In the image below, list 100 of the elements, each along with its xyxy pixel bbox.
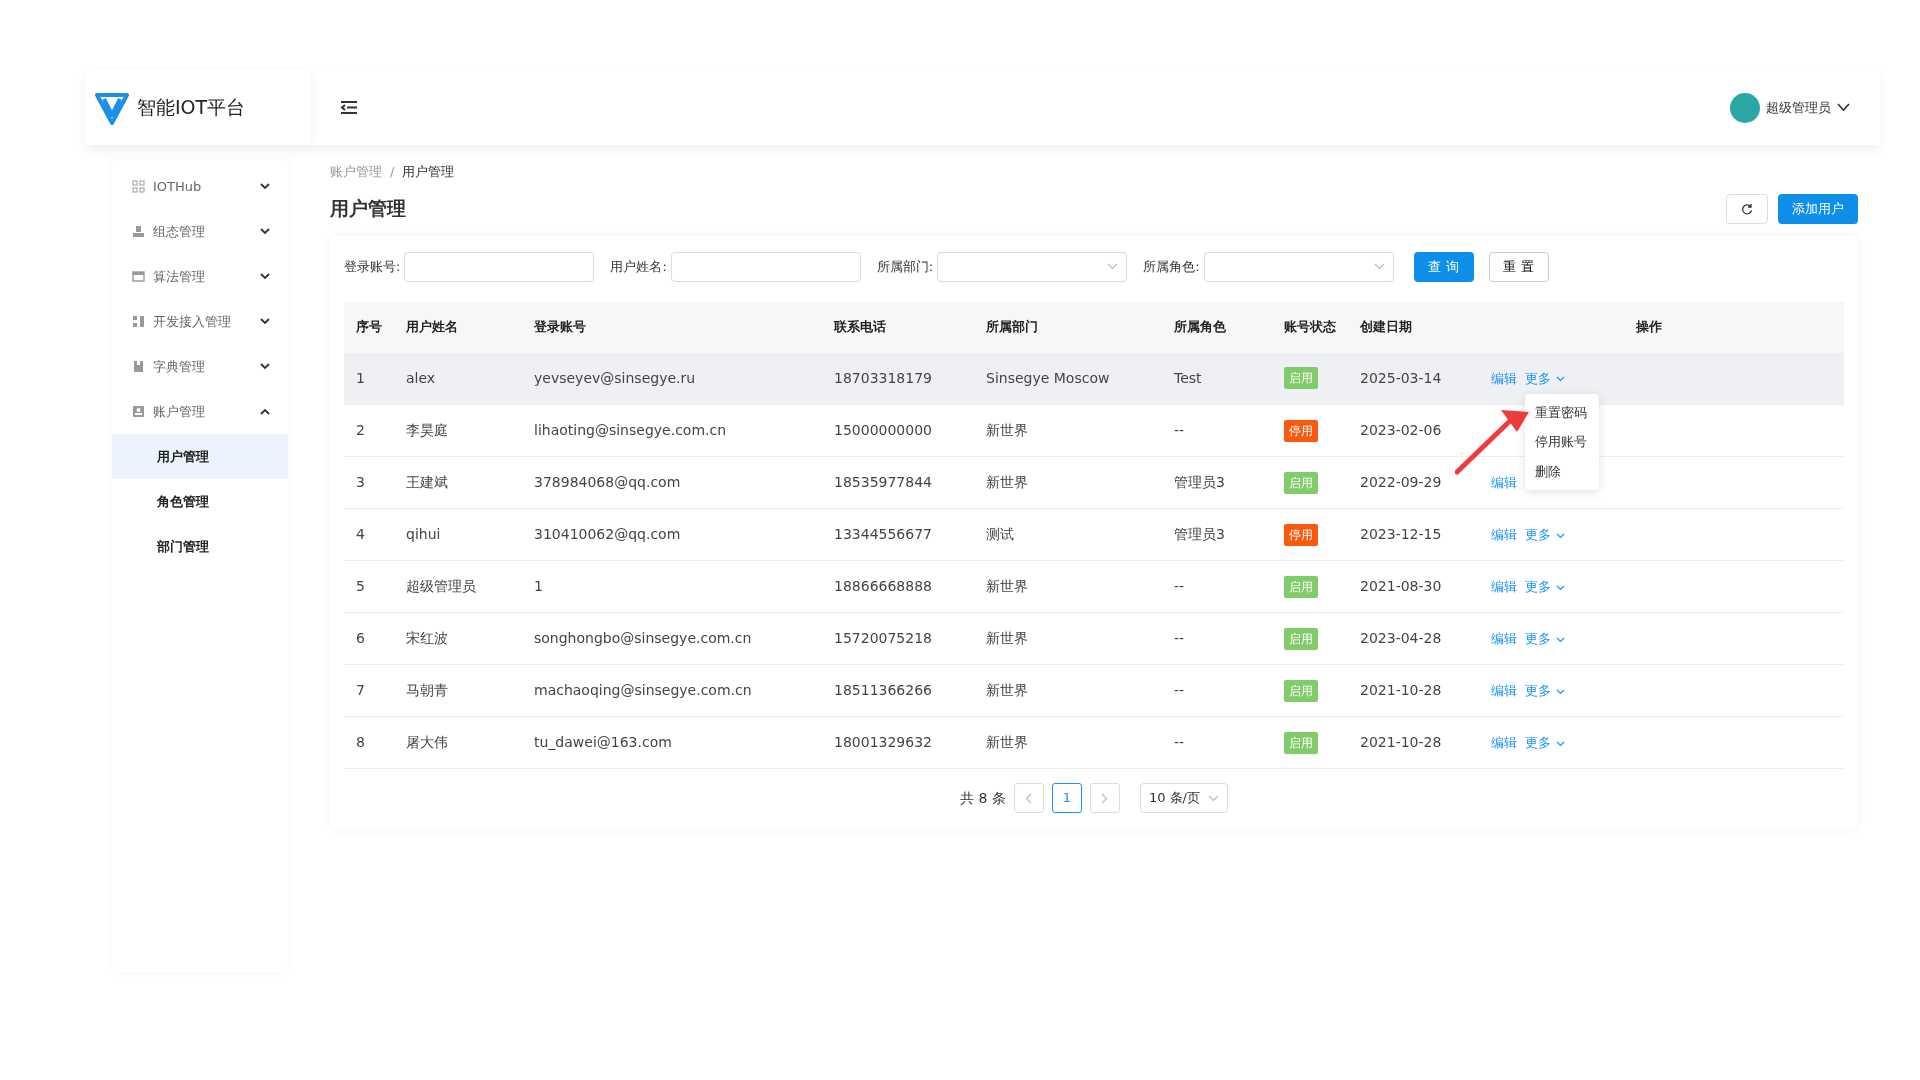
table-cell: 新世界 <box>974 560 1162 613</box>
more-link[interactable]: 更多 <box>1525 735 1565 750</box>
table-cell: -- <box>1162 664 1272 717</box>
status-tag: 启用 <box>1284 731 1318 754</box>
more-link[interactable]: 更多 <box>1525 579 1565 594</box>
sidebar-subitem[interactable]: 部门管理 <box>112 524 288 569</box>
filter-label: 用户姓名: <box>610 257 667 276</box>
table-cell: Test <box>1162 352 1272 405</box>
text-field[interactable] <box>670 251 861 282</box>
chevron-down-icon <box>1107 263 1119 270</box>
table-cell: 测试 <box>974 508 1162 561</box>
chevron-down-icon <box>260 273 270 280</box>
table-cell: 2 <box>344 404 394 457</box>
more-link[interactable]: 更多 <box>1525 683 1565 698</box>
caret-icon <box>1555 376 1565 383</box>
table-cell: 管理员3 <box>1162 508 1272 561</box>
refresh-button[interactable] <box>1726 193 1768 224</box>
breadcrumb-item: 用户管理 <box>402 163 455 181</box>
menu-icon[interactable] <box>340 100 358 115</box>
table-row[interactable]: 5 超级管理员 1 18866668888 新世界 -- 启用 2021-08-30 编辑 更多 <box>344 560 1844 613</box>
sidebar-subitem[interactable]: 角色管理 <box>112 479 288 524</box>
menu-item-icon <box>132 225 145 238</box>
edit-link[interactable]: 编辑 <box>1491 735 1518 750</box>
next-page-button[interactable] <box>1089 783 1120 813</box>
table-cell: 18511366266 <box>822 664 974 717</box>
table-cell: songhongbo@sinsegye.com.cn <box>522 612 822 665</box>
table-cell: 378984068@qq.com <box>522 456 822 509</box>
table-cell: 2023-04-28 <box>1348 612 1454 665</box>
select-field[interactable] <box>1203 251 1394 282</box>
total-count: 共 8 条 <box>960 788 1006 808</box>
table-cell: 15720075218 <box>822 612 974 665</box>
add-user-button[interactable]: 添加用户 <box>1778 193 1858 224</box>
table-cell: Sinsegye Moscow <box>974 352 1162 405</box>
edit-link[interactable]: 编辑 <box>1491 631 1518 646</box>
sidebar-item[interactable]: 算法管理 <box>112 254 288 299</box>
table-cell: 1 <box>344 352 394 405</box>
page-button[interactable]: 1 <box>1051 783 1082 813</box>
sidebar-item[interactable]: 字典管理 <box>112 344 288 389</box>
logo-text: 智能IOT平台 <box>137 95 246 121</box>
sidebar-subitem[interactable]: 用户管理 <box>112 434 288 479</box>
chevron-down-icon <box>260 183 270 190</box>
table-row[interactable]: 6 宋红波 songhongbo@sinsegye.com.cn 15720075218 新世界 -- 启用 2023-04-28 编辑 更多 <box>344 612 1844 665</box>
menu-item[interactable]: 停用账号 <box>1525 427 1600 457</box>
table-cell: 7 <box>344 664 394 717</box>
edit-link[interactable]: 编辑 <box>1491 527 1518 542</box>
sidebar-item[interactable]: 账户管理 <box>112 389 288 434</box>
page-title: 用户管理 <box>330 197 406 220</box>
menu-item[interactable]: 删除 <box>1525 456 1600 487</box>
more-link[interactable]: 更多 <box>1525 631 1565 646</box>
table-cell: 6 <box>344 612 394 665</box>
table-cell: 新世界 <box>974 664 1162 717</box>
edit-link[interactable]: 编辑 <box>1491 683 1518 698</box>
query-button[interactable]: 查 询 <box>1413 251 1474 282</box>
table-cell: 王建斌 <box>394 456 522 509</box>
table-cell: 15000000000 <box>822 404 974 457</box>
caret-icon <box>1555 636 1565 643</box>
table-row[interactable]: 7 马朝青 machaoqing@sinsegye.com.cn 18511366266 新世界 -- 启用 2021-10-28 编辑 更多 <box>344 664 1844 717</box>
status-tag: 启用 <box>1284 679 1318 702</box>
avatar[interactable] <box>1730 92 1760 123</box>
table-cell: 管理员3 <box>1162 456 1272 509</box>
filter-label: 所属部门: <box>876 257 934 276</box>
text-field[interactable] <box>404 251 595 282</box>
page-size-select[interactable]: 10 条/页 <box>1139 783 1228 813</box>
table-cell: 8 <box>344 716 394 769</box>
table-cell: machaoqing@sinsegye.com.cn <box>522 664 822 717</box>
table-cell: lihaoting@sinsegye.com.cn <box>522 404 822 457</box>
chevron-down-icon <box>260 228 270 235</box>
chevron-down-icon <box>1373 263 1385 270</box>
table-cell: -- <box>1162 560 1272 613</box>
column-header: 所属部门 <box>974 301 1162 353</box>
previous-page-button[interactable] <box>1013 783 1044 813</box>
column-header: 账号状态 <box>1272 301 1348 353</box>
table-row[interactable]: 8 屠大伟 tu_dawei@163.com 18001329632 新世界 -- 启用 2021-10-28 编辑 更多 <box>344 716 1844 769</box>
more-link[interactable]: 更多 <box>1525 527 1565 542</box>
table-cell: 1 <box>522 560 822 613</box>
logo-icon <box>95 90 129 125</box>
table-cell: 18866668888 <box>822 560 974 613</box>
column-header: 登录账号 <box>522 301 822 353</box>
sidebar-item[interactable]: 开发接入管理 <box>112 299 288 344</box>
chevron-down-icon[interactable] <box>1837 103 1850 112</box>
select-field[interactable] <box>937 251 1128 282</box>
edit-link[interactable]: 编辑 <box>1491 475 1518 490</box>
user-name[interactable]: 超级管理员 <box>1766 97 1831 118</box>
status-tag: 启用 <box>1284 367 1318 390</box>
chevron-left-icon <box>1025 792 1033 804</box>
table-cell: 18535977844 <box>822 456 974 509</box>
table-cell: 新世界 <box>974 612 1162 665</box>
edit-link[interactable]: 编辑 <box>1491 579 1518 594</box>
table-row[interactable]: 4 qihui 310410062@qq.com 13344556677 测试 管理员3 停用 2023-12-15 编辑 更多 <box>344 508 1844 561</box>
table-cell: 18703318179 <box>822 352 974 405</box>
caret-icon <box>1555 584 1565 591</box>
reset-button[interactable]: 重 置 <box>1488 251 1549 282</box>
table-cell: -- <box>1162 404 1272 457</box>
column-header: 所属角色 <box>1162 301 1272 353</box>
table-cell: -- <box>1162 716 1272 769</box>
sidebar-item[interactable]: IOTHub <box>112 164 288 209</box>
table-cell: yevseyev@sinsegye.ru <box>522 352 822 405</box>
chevron-down-icon <box>260 363 270 370</box>
sidebar-item[interactable]: 组态管理 <box>112 209 288 254</box>
chevron-up-icon <box>260 408 270 415</box>
